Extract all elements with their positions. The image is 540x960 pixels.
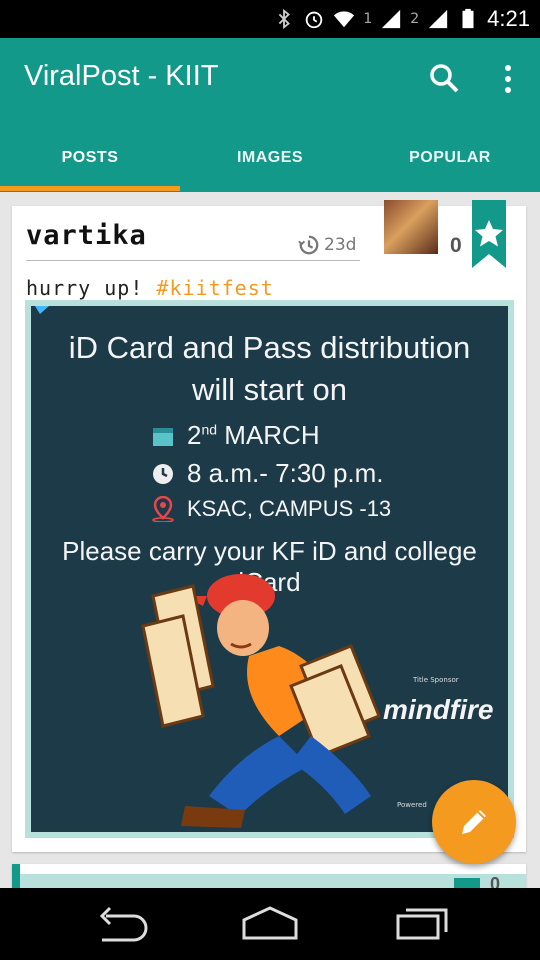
search-icon[interactable]: [428, 62, 460, 94]
next-post-edge: [12, 864, 20, 888]
next-post-image-band: [20, 874, 526, 888]
home-icon[interactable]: [240, 906, 300, 942]
post-caption: hurry up! #kiitfest: [26, 276, 274, 300]
tab-posts[interactable]: POSTS: [0, 138, 180, 192]
back-icon[interactable]: [90, 906, 150, 942]
caption-text: hurry up!: [26, 276, 157, 300]
compose-post-button[interactable]: [432, 780, 516, 864]
sim2-label: 2: [410, 11, 420, 27]
battery-icon: [462, 8, 474, 29]
alarm-icon: [306, 11, 323, 29]
tab-popular[interactable]: POPULAR: [360, 138, 540, 192]
author-divider: [26, 260, 360, 261]
signal-icon-2: [429, 9, 448, 29]
post-card[interactable]: vartika 23d 0 hurry up! #kiitfest iD Car…: [12, 200, 526, 852]
tab-indicator: [0, 186, 180, 191]
post-age: 23d: [298, 234, 356, 256]
status-bar: 1 2 4:21: [0, 0, 540, 38]
next-post-score: 0: [490, 874, 501, 888]
more-vert-icon[interactable]: [496, 62, 520, 96]
app-bar: ViralPost - KIIT POSTS IMAGES POPULAR: [0, 38, 540, 192]
star-bookmark-icon[interactable]: [472, 200, 506, 268]
powered-label: Powered: [397, 801, 427, 809]
avatar[interactable]: [384, 200, 438, 254]
sponsor-logo-text: mindfire: [383, 694, 494, 725]
post-author[interactable]: vartika: [26, 220, 147, 251]
bluetooth-icon: [279, 8, 291, 30]
tab-bar: POSTS IMAGES POPULAR: [0, 138, 540, 192]
post-image[interactable]: iD Card and Pass distribution will start…: [25, 300, 514, 838]
system-nav-bar: [0, 888, 540, 960]
post-score: 0: [450, 234, 462, 257]
hashtag-link[interactable]: #kiitfest: [156, 276, 273, 300]
wifi-icon: [334, 11, 355, 28]
title-sponsor-label: Title Sponsor: [413, 676, 459, 684]
delivery-man-illustration: [35, 306, 381, 828]
tab-images[interactable]: IMAGES: [180, 138, 360, 192]
history-icon: [298, 235, 319, 255]
recents-icon[interactable]: [392, 906, 452, 942]
next-post-card[interactable]: 0: [12, 864, 526, 888]
pencil-icon: [462, 810, 486, 834]
sim1-label: 1: [363, 11, 373, 27]
post-age-text: 23d: [324, 235, 357, 255]
signal-icon: [382, 9, 401, 29]
app-title: ViralPost - KIIT: [24, 60, 219, 92]
next-post-bookmark-icon[interactable]: [454, 878, 480, 888]
clock: 4:21: [487, 6, 530, 31]
poster-artwork: iD Card and Pass distribution will start…: [31, 306, 508, 832]
